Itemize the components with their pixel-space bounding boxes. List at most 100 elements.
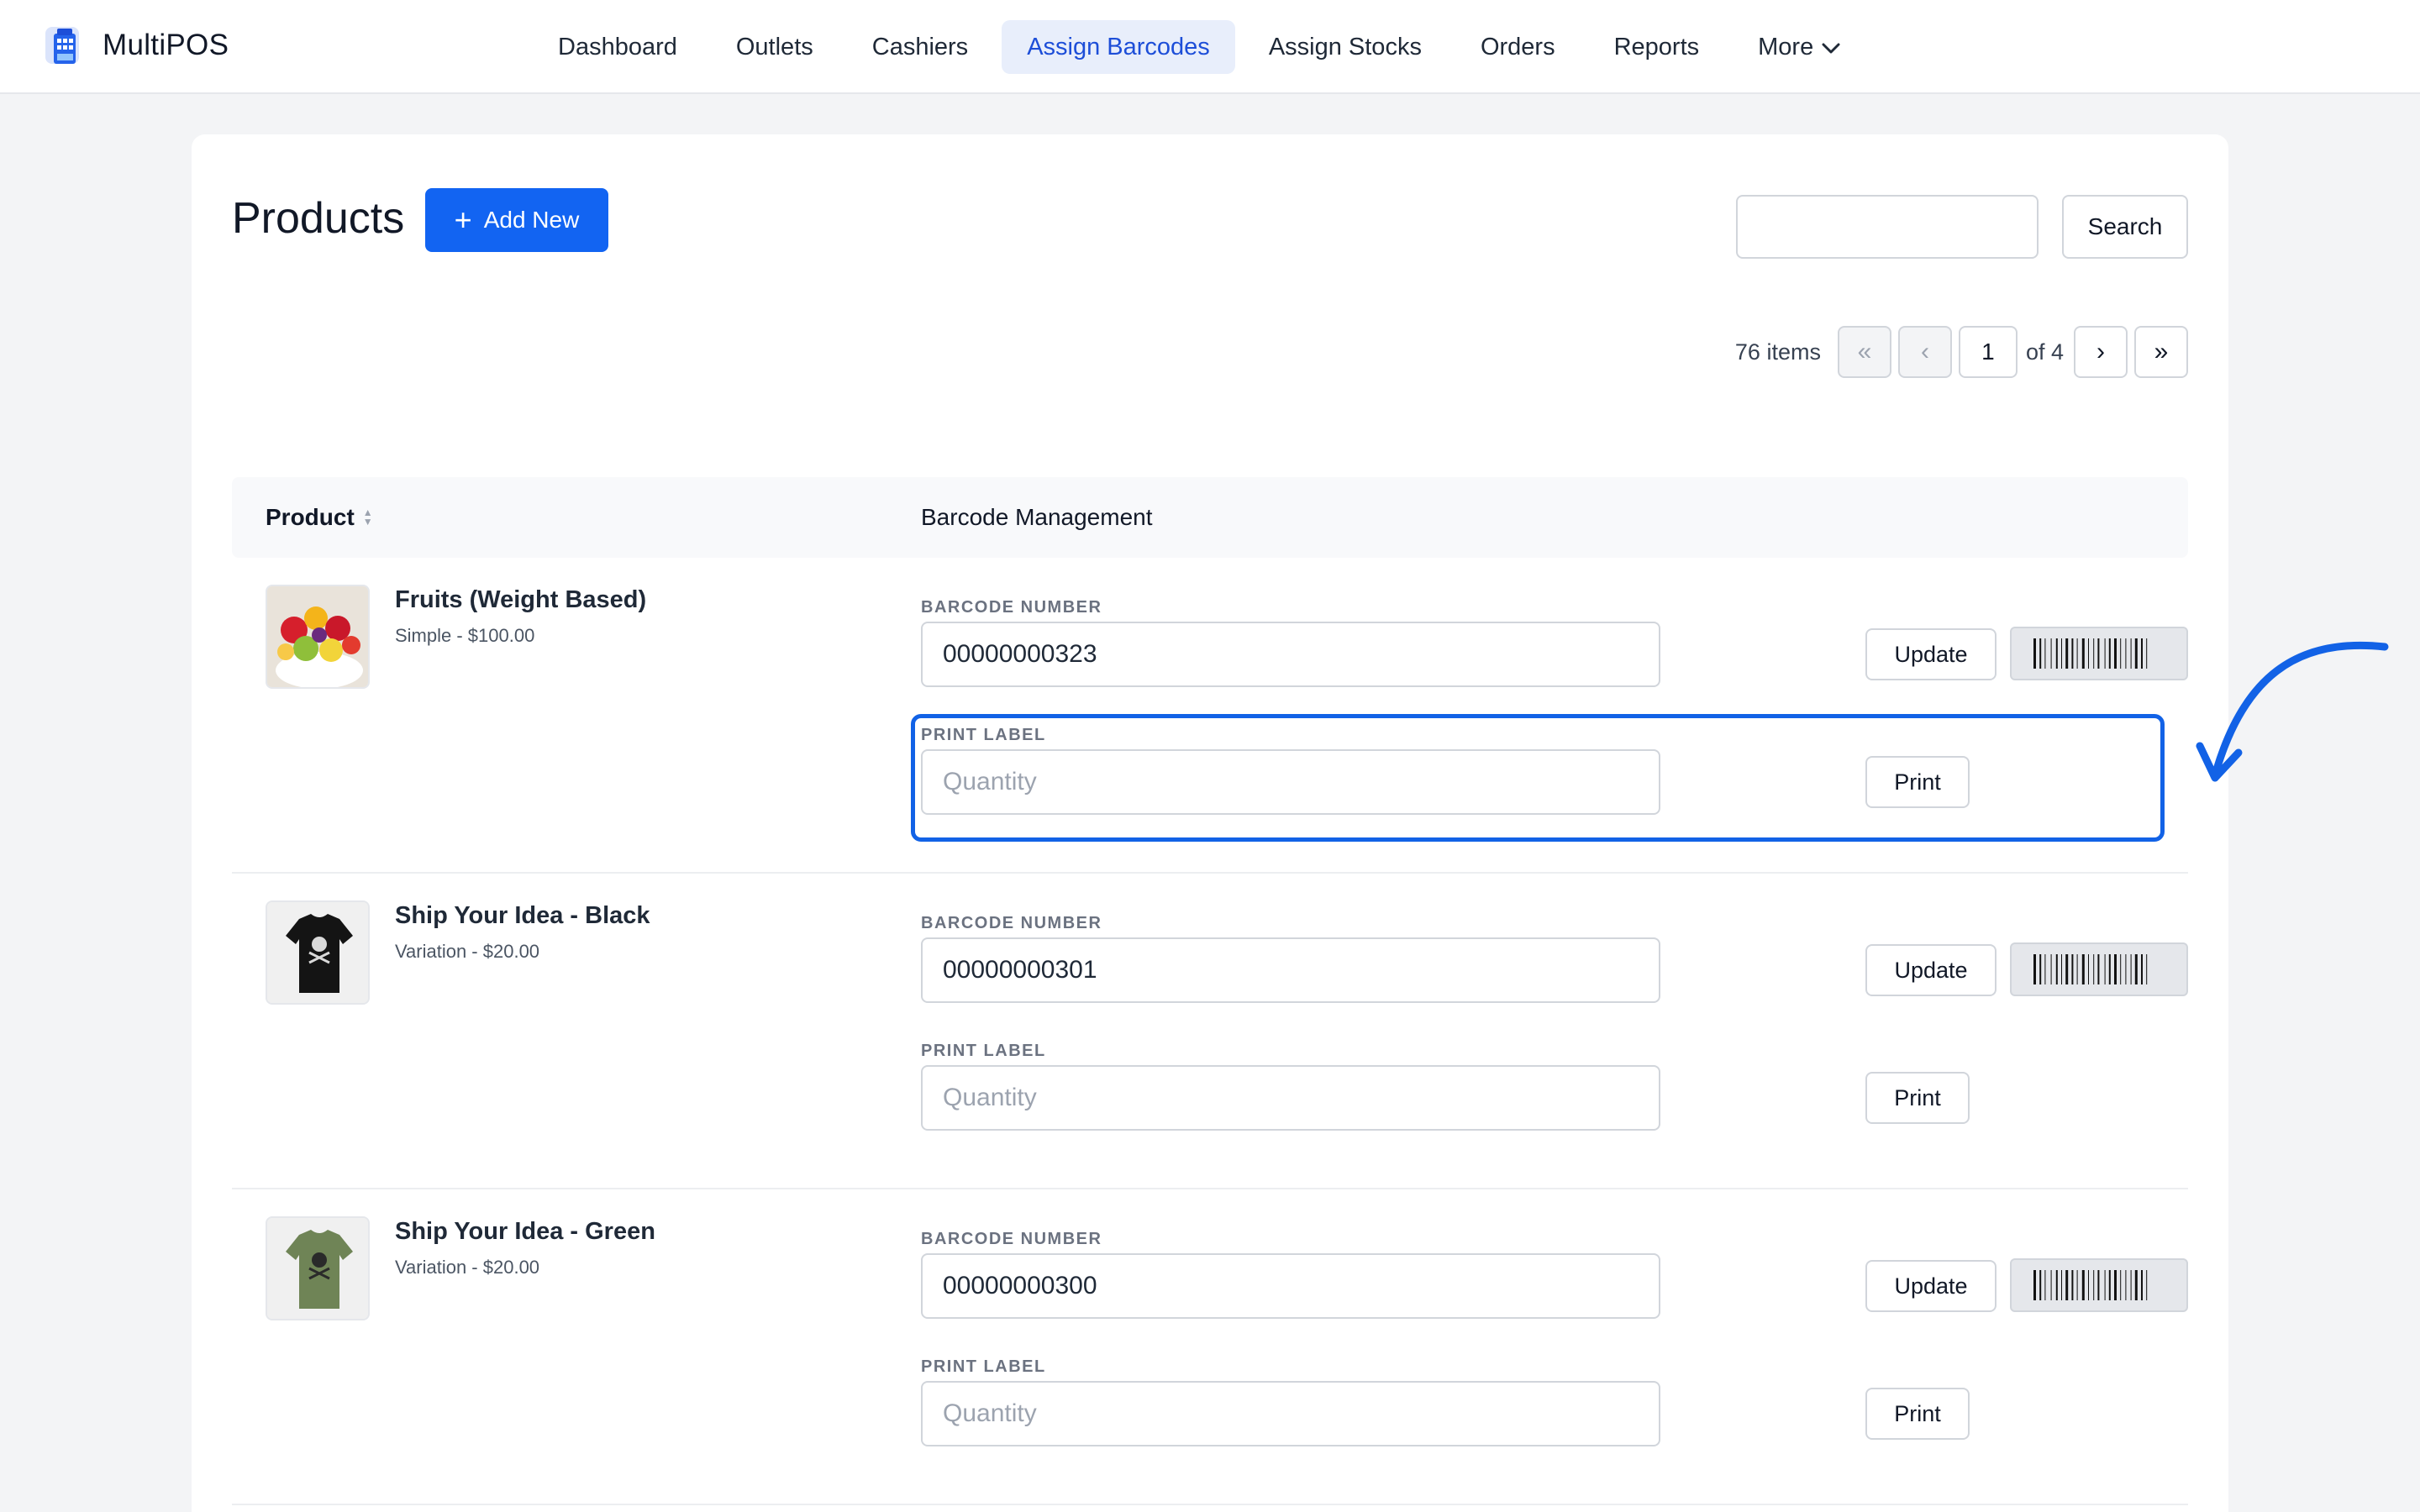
barcode-stripe — [2088, 954, 2089, 984]
update-button[interactable]: Update — [1865, 1260, 1996, 1312]
barcode-stripe — [2033, 954, 2036, 984]
barcode-stripe — [2081, 954, 2085, 984]
products-card: Products + Add New Search 76 items « ‹ o… — [192, 134, 2228, 1512]
nav-item-more[interactable]: More — [1733, 20, 1865, 74]
first-page-button[interactable]: « — [1837, 326, 1891, 378]
barcode-stripe — [2050, 1270, 2052, 1300]
sort-icon: ▲ ▼ — [362, 507, 373, 528]
barcode-stripe — [2055, 1270, 2058, 1300]
barcode-stripe — [2134, 954, 2138, 984]
add-new-button[interactable]: + Add New — [425, 188, 608, 252]
nav-item-assign-barcodes[interactable]: Assign Barcodes — [1002, 20, 1235, 74]
table-row: Ship Your Idea - Black Variation - $20.0… — [232, 874, 2188, 1189]
barcode-stripe — [2108, 1270, 2111, 1300]
barcode-stripe — [2039, 1270, 2042, 1300]
barcode-stripe — [2039, 954, 2042, 984]
barcode-stripe — [2071, 638, 2074, 669]
update-button[interactable]: Update — [1865, 628, 1996, 680]
barcode-stripe — [2114, 954, 2117, 984]
column-product-label: Product — [266, 504, 355, 530]
barcode-number-label: BARCODE NUMBER — [921, 598, 1102, 617]
plus-icon: + — [454, 202, 472, 237]
barcode-stripe — [2044, 1270, 2046, 1300]
barcode-stripe — [2146, 638, 2148, 669]
column-header-product[interactable]: Product ▲ ▼ — [266, 504, 373, 531]
product-thumbnail — [266, 1216, 370, 1320]
print-label-label: PRINT LABEL — [921, 726, 1046, 744]
nav-item-assign-stocks[interactable]: Assign Stocks — [1244, 20, 1447, 74]
barcode-stripe — [2076, 954, 2078, 984]
nav-item-cashiers[interactable]: Cashiers — [847, 20, 993, 74]
app-name: MultiPOS — [103, 29, 229, 61]
product-name: Ship Your Idea - Green — [395, 1218, 655, 1245]
nav-item-orders[interactable]: Orders — [1455, 20, 1581, 74]
barcode-stripe — [2134, 638, 2138, 669]
black-tshirt-icon — [267, 902, 368, 1003]
barcode-icon[interactable] — [2010, 1258, 2188, 1312]
product-thumbnail — [266, 585, 370, 689]
barcode-stripe — [2130, 638, 2132, 669]
barcode-stripe — [2055, 954, 2058, 984]
print-label-label: PRINT LABEL — [921, 1357, 1046, 1376]
barcode-stripe — [2114, 638, 2117, 669]
chevron-down-icon — [1822, 20, 1840, 74]
page-number-input[interactable] — [1958, 326, 2018, 378]
pagination: 76 items « ‹ of 4 › » — [1735, 326, 2188, 378]
barcode-stripe — [2088, 638, 2089, 669]
barcode-stripe — [2081, 638, 2085, 669]
print-button[interactable]: Print — [1865, 1072, 1970, 1124]
barcode-stripe — [2050, 638, 2052, 669]
green-tshirt-icon — [267, 1218, 368, 1319]
barcode-stripe — [2141, 638, 2143, 669]
last-page-button[interactable]: » — [2134, 326, 2188, 378]
barcode-stripe — [2061, 638, 2062, 669]
print-label-label: PRINT LABEL — [921, 1042, 1046, 1060]
quantity-input[interactable] — [921, 1065, 1660, 1131]
nav-item-reports[interactable]: Reports — [1589, 20, 1725, 74]
barcode-stripe — [2071, 954, 2074, 984]
quantity-input[interactable] — [921, 1381, 1660, 1446]
top-navbar: MultiPOS Dashboard Outlets Cashiers Assi… — [0, 0, 2420, 94]
barcode-number-label: BARCODE NUMBER — [921, 1230, 1102, 1248]
prev-page-button[interactable]: ‹ — [1897, 326, 1952, 378]
barcode-stripe — [2093, 638, 2095, 669]
print-button[interactable]: Print — [1865, 756, 1970, 808]
barcode-number-input[interactable] — [921, 937, 1660, 1003]
barcode-stripe — [2061, 1270, 2062, 1300]
product-meta: Simple - $100.00 — [395, 625, 535, 646]
nav-item-outlets[interactable]: Outlets — [711, 20, 839, 74]
barcode-number-input[interactable] — [921, 622, 1660, 687]
barcode-stripe — [2093, 1270, 2095, 1300]
search-input[interactable] — [1736, 195, 2039, 259]
barcode-stripe — [2033, 638, 2036, 669]
barcode-stripe — [2065, 954, 2069, 984]
items-count: 76 items — [1734, 339, 1821, 365]
page-total: of 4 — [2025, 339, 2064, 365]
barcode-stripe — [2097, 1270, 2100, 1300]
barcode-stripe — [2044, 954, 2046, 984]
barcode-stripe — [2146, 954, 2148, 984]
multipos-logo-icon — [44, 22, 87, 69]
print-button[interactable]: Print — [1865, 1388, 1970, 1440]
barcode-stripe — [2125, 638, 2127, 669]
search-button[interactable]: Search — [2062, 195, 2188, 259]
barcode-stripe — [2071, 1270, 2074, 1300]
barcode-stripe — [2088, 1270, 2089, 1300]
nav-item-dashboard[interactable]: Dashboard — [533, 20, 702, 74]
product-thumbnail — [266, 900, 370, 1005]
main-nav: Dashboard Outlets Cashiers Assign Barcod… — [533, 20, 1874, 74]
brand[interactable]: MultiPOS — [44, 22, 229, 69]
barcode-stripe — [2076, 638, 2078, 669]
fruit-bowl-icon — [267, 586, 368, 687]
barcode-stripe — [2141, 954, 2143, 984]
barcode-number-input[interactable] — [921, 1253, 1660, 1319]
barcode-stripe — [2130, 1270, 2132, 1300]
product-meta: Variation - $20.00 — [395, 941, 540, 962]
product-meta: Variation - $20.00 — [395, 1257, 540, 1278]
next-page-button[interactable]: › — [2074, 326, 2128, 378]
barcode-stripe — [2130, 954, 2132, 984]
update-button[interactable]: Update — [1865, 944, 1996, 996]
quantity-input[interactable] — [921, 749, 1660, 815]
barcode-icon[interactable] — [2010, 942, 2188, 996]
barcode-stripe — [2050, 954, 2052, 984]
